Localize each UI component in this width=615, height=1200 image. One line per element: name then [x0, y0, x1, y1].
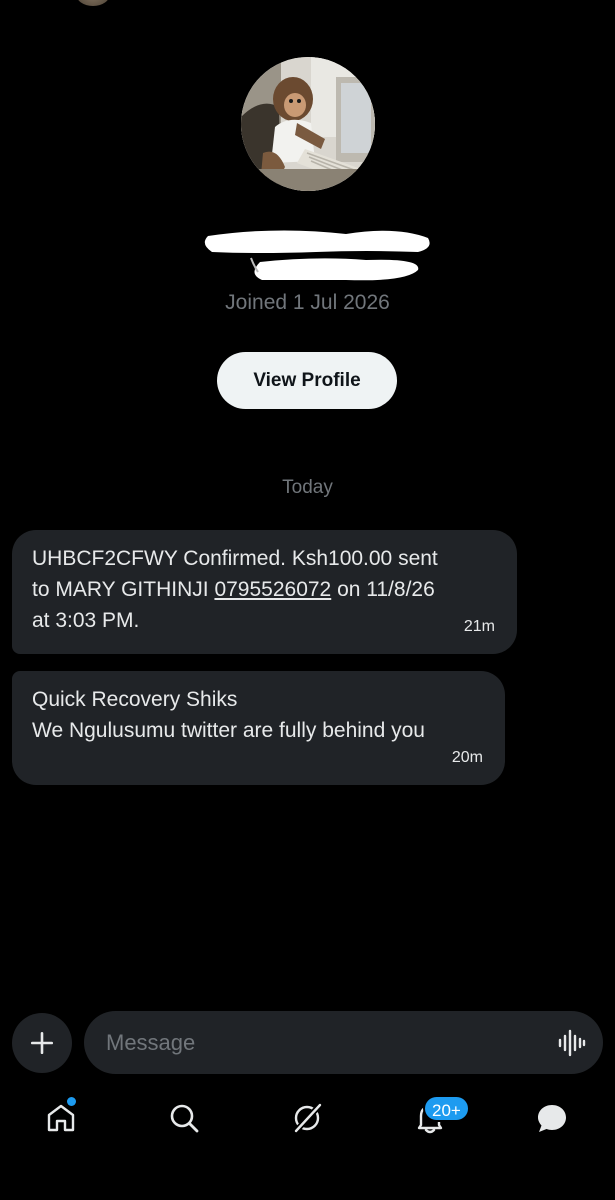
bottom-navigation: 20+	[0, 1080, 615, 1160]
message-text-line: Quick Recovery Shiks	[32, 688, 238, 711]
nav-grok[interactable]	[277, 1080, 337, 1156]
redacted-name-scribble	[196, 222, 436, 288]
message-text-fragment: on 11/8/26	[331, 578, 435, 601]
message-bubble[interactable]: Quick Recovery Shiks We Ngulusumu twitte…	[12, 671, 505, 785]
profile-avatar[interactable]	[241, 57, 375, 191]
message-composer[interactable]	[84, 1011, 603, 1074]
avatar-image	[241, 57, 375, 191]
nav-search[interactable]	[154, 1080, 214, 1156]
message-text-line: We Ngulusumu twitter are fully behind yo…	[32, 719, 425, 742]
message-text-line: UHBCF2CFWY Confirmed. Ksh100.00 sent	[32, 547, 438, 570]
joined-date: Joined 1 Jul 2026	[225, 291, 390, 314]
voice-wave-icon[interactable]	[557, 1028, 587, 1058]
messages-icon	[538, 1105, 566, 1132]
message-text-line: to MARY GITHINJI 0795526072 on 11/8/26	[32, 574, 497, 605]
home-icon	[47, 1104, 75, 1132]
search-icon	[170, 1104, 199, 1133]
view-profile-button[interactable]: View Profile	[217, 352, 397, 409]
message-bubble[interactable]: UHBCF2CFWY Confirmed. Ksh100.00 sent to …	[12, 530, 517, 654]
home-unread-dot	[67, 1097, 76, 1106]
dm-conversation-screen: Joined 1 Jul 2026 View Profile Today UHB…	[0, 0, 615, 1200]
nav-messages[interactable]	[522, 1080, 582, 1156]
message-input[interactable]	[106, 1029, 526, 1056]
small-avatar	[76, 0, 110, 6]
add-attachment-button[interactable]	[12, 1013, 72, 1073]
plus-icon	[30, 1031, 54, 1055]
day-separator: Today	[282, 477, 333, 498]
phone-number-link[interactable]: 0795526072	[214, 578, 331, 601]
message-text-fragment: to MARY GITHINJI	[32, 578, 215, 601]
message-text-line: at 3:03 PM.	[32, 609, 140, 632]
message-timestamp: 20m	[451, 749, 483, 766]
grok-icon	[293, 1102, 323, 1134]
notifications-badge: 20+	[423, 1095, 470, 1122]
message-timestamp: 21m	[463, 618, 495, 635]
nav-home[interactable]	[31, 1080, 91, 1156]
